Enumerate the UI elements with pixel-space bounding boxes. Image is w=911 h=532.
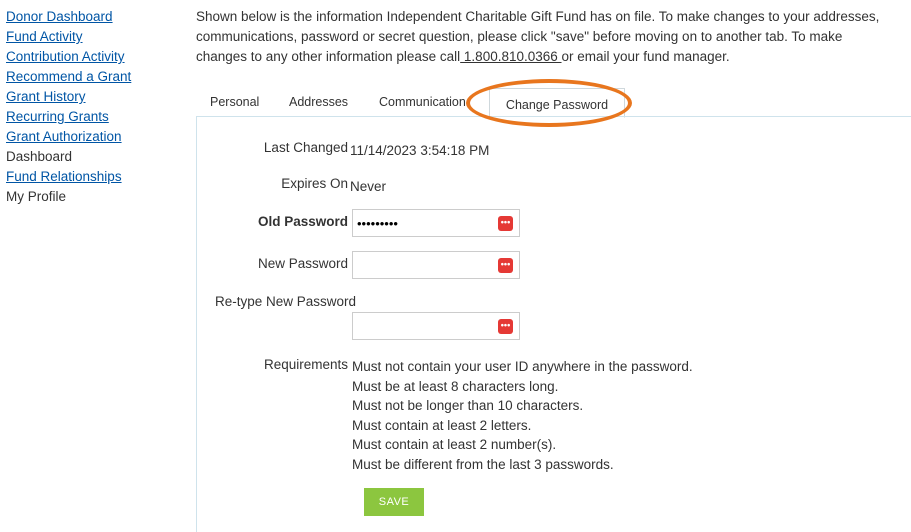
intro-line-3: changes to any other information please … [196, 47, 911, 67]
intro-line-2: communications, password or secret quest… [196, 29, 843, 44]
sidebar-item-grant-authorization[interactable]: Grant Authorization [6, 127, 176, 147]
sidebar: Donor Dashboard Fund Activity Contributi… [6, 7, 176, 207]
intro-line-3-end: or email your fund manager. [561, 49, 730, 64]
password-manager-icon[interactable]: ••• [498, 216, 513, 231]
sidebar-item-recommend-a-grant[interactable]: Recommend a Grant [6, 67, 176, 87]
expires-value: Never [350, 179, 387, 194]
intro-text: Shown below is the information Independe… [196, 7, 911, 67]
sidebar-item-dashboard[interactable]: Dashboard [6, 147, 176, 167]
new-password-field: ••• [352, 251, 520, 279]
password-manager-icon[interactable]: ••• [498, 258, 513, 273]
new-password-label: New Password [257, 256, 348, 271]
retype-password-label: Re-type New Password [215, 294, 357, 309]
phone-link[interactable]: 1.800.810.0366 [460, 49, 561, 64]
old-password-field: ••• [352, 209, 520, 237]
last-changed-label: Last Changed [263, 140, 348, 155]
requirement-item: Must be at least 8 characters long. [352, 378, 559, 394]
retype-password-field: ••• [352, 312, 520, 340]
requirement-item: Must contain at least 2 letters. [352, 417, 532, 433]
tab-personal[interactable]: Personal [210, 88, 259, 116]
old-password-label: Old Password [257, 214, 348, 229]
requirement-item: Must be different from the last 3 passwo… [352, 456, 614, 472]
new-password-input[interactable] [353, 252, 491, 278]
save-button[interactable]: SAVE [364, 488, 424, 516]
expires-label: Expires On [281, 176, 348, 191]
requirements-list: Must not contain your user ID anywhere i… [352, 357, 693, 474]
sidebar-item-fund-relationships[interactable]: Fund Relationships [6, 167, 176, 187]
tab-communications[interactable]: Communication [379, 88, 466, 116]
sidebar-item-fund-activity[interactable]: Fund Activity [6, 27, 176, 47]
sidebar-item-grant-history[interactable]: Grant History [6, 87, 176, 107]
sidebar-item-recurring-grants[interactable]: Recurring Grants [6, 107, 176, 127]
password-manager-icon[interactable]: ••• [498, 319, 513, 334]
intro-line-1: Shown below is the information Independe… [196, 9, 880, 24]
tab-change-password[interactable]: Change Password [489, 88, 625, 118]
sidebar-item-donor-dashboard[interactable]: Donor Dashboard [6, 7, 176, 27]
old-password-input[interactable] [353, 210, 491, 236]
requirement-item: Must not contain your user ID anywhere i… [352, 359, 693, 374]
retype-password-input[interactable] [353, 313, 491, 339]
sidebar-item-my-profile[interactable]: My Profile [6, 187, 176, 207]
last-changed-value: 11/14/2023 3:54:18 PM [350, 143, 490, 158]
requirement-item: Must not be longer than 10 characters. [352, 398, 584, 413]
requirements-label: Requirements [263, 357, 348, 372]
intro-line-3-start: changes to any other information please … [196, 49, 461, 64]
requirement-item: Must contain at least 2 number(s). [352, 437, 557, 452]
sidebar-item-contribution-activity[interactable]: Contribution Activity [6, 47, 176, 67]
tab-addresses[interactable]: Addresses [289, 88, 348, 116]
